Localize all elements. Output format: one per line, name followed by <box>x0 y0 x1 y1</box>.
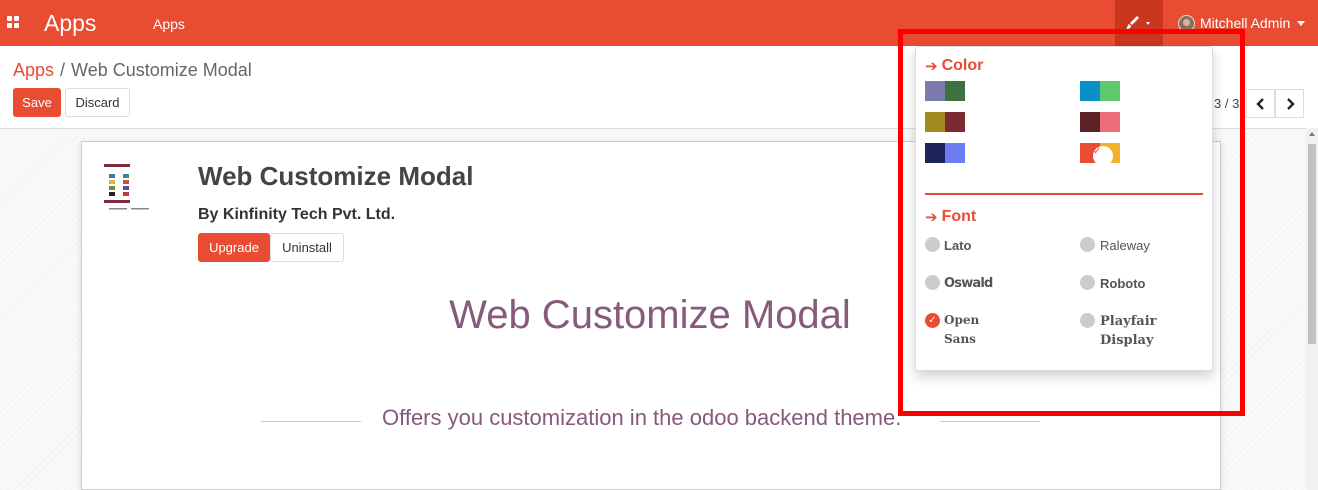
breadcrumb-current: Web Customize Modal <box>71 60 252 80</box>
arrow-right-icon: ➔ <box>925 209 938 226</box>
font-radio-roboto[interactable] <box>1080 275 1095 290</box>
grid-icon[interactable] <box>7 16 19 28</box>
color-swatch[interactable] <box>925 143 965 163</box>
breadcrumb-apps-link[interactable]: Apps <box>13 60 54 80</box>
app-name: Apps <box>44 10 97 36</box>
color-swatch[interactable] <box>925 112 965 132</box>
font-radio-lato[interactable] <box>925 237 940 252</box>
font-heading: Font <box>941 208 977 225</box>
module-logo <box>104 164 149 210</box>
pager-next-button[interactable] <box>1275 89 1304 118</box>
app-title: Web Customize Modal <box>198 161 474 191</box>
save-button[interactable]: Save <box>13 88 61 117</box>
avatar <box>1178 14 1195 32</box>
checkmark-icon: ✓ <box>928 315 937 326</box>
font-radio-oswald[interactable] <box>925 275 940 290</box>
paintbrush-icon <box>1126 16 1150 29</box>
description-subtitle: Offers you customization in the odoo bac… <box>382 405 902 430</box>
checkmark-icon: ✓ <box>1093 146 1113 166</box>
font-section-header: ➔ Font <box>925 208 976 226</box>
font-label-playfair-display[interactable]: Playfair Display <box>1100 312 1160 350</box>
vertical-scrollbar[interactable] <box>1306 128 1318 490</box>
user-menu[interactable]: Mitchell Admin <box>1178 14 1306 32</box>
app-author: By Kinfinity Tech Pvt. Ltd. <box>198 206 396 223</box>
font-label-oswald[interactable]: Oswald <box>944 274 993 293</box>
pager-value: 3 / 3 <box>1214 96 1240 111</box>
color-swatch[interactable] <box>1080 112 1120 132</box>
pager-previous-button[interactable] <box>1246 89 1275 118</box>
chevron-left-icon <box>1255 97 1264 110</box>
section-divider <box>925 193 1203 195</box>
scrollbar-thumb[interactable] <box>1308 144 1316 344</box>
breadcrumb: Apps / Web Customize Modal <box>13 60 252 81</box>
user-name: Mitchell Admin <box>1200 15 1291 31</box>
font-label-open-sans[interactable]: Open Sans <box>944 311 984 349</box>
color-swatch-selected[interactable]: ✓ <box>1080 143 1120 166</box>
upgrade-button[interactable]: Upgrade <box>198 233 270 262</box>
breadcrumb-separator: / <box>60 60 66 80</box>
discard-button[interactable]: Discard <box>65 88 130 117</box>
menu-item-apps[interactable]: Apps <box>153 16 185 32</box>
font-radio-playfair-display[interactable] <box>1080 313 1095 328</box>
chevron-right-icon <box>1286 97 1295 110</box>
font-label-raleway[interactable]: Raleway <box>1100 236 1150 255</box>
scroll-up-arrow-icon[interactable] <box>1309 132 1315 136</box>
color-heading: Color <box>941 57 984 74</box>
color-swatch[interactable] <box>925 81 965 101</box>
top-navbar: Apps Apps Mitchell Admin <box>0 0 1318 46</box>
arrow-right-icon: ➔ <box>925 58 938 75</box>
theme-customizer-button[interactable] <box>1115 0 1163 46</box>
font-radio-raleway[interactable] <box>1080 237 1095 252</box>
font-radio-open-sans-selected[interactable]: ✓ <box>925 313 940 328</box>
divider-line-right <box>940 421 1040 422</box>
color-swatch[interactable] <box>1080 81 1120 101</box>
uninstall-button[interactable]: Uninstall <box>270 233 344 262</box>
font-label-lato[interactable]: Lato <box>944 236 971 255</box>
font-label-roboto[interactable]: Roboto <box>1100 274 1145 293</box>
color-section-header: ➔ Color <box>925 57 983 75</box>
divider-line-left <box>261 421 361 422</box>
chevron-down-icon <box>1297 20 1306 26</box>
